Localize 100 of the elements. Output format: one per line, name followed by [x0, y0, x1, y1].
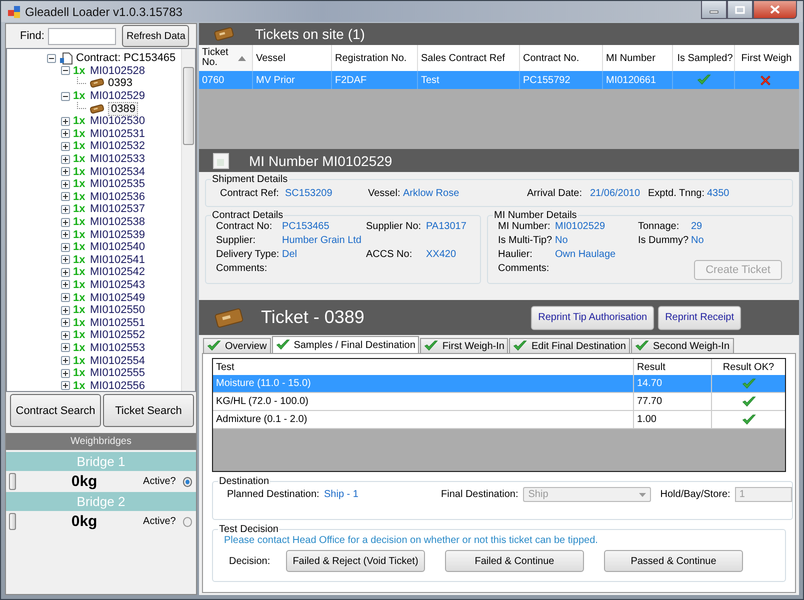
tree-item[interactable]: MI0102538	[90, 216, 146, 228]
tree-item[interactable]: MI0102534	[90, 166, 146, 178]
tree-item[interactable]: MI0102550	[90, 304, 146, 316]
tab[interactable]: Edit Final Destination	[509, 338, 630, 353]
weight-reading: 0kg	[71, 473, 98, 490]
tab[interactable]: Samples / Final Destination	[272, 336, 420, 353]
table-row[interactable]: Admixture (0.1 - 2.0) 1.00	[213, 411, 785, 429]
ticket-icon	[213, 25, 235, 43]
field-value: PA13017	[426, 221, 468, 232]
field-value: Ship - 1	[324, 489, 360, 500]
tree-item[interactable]: MI0102552	[90, 329, 146, 342]
field-label: Vessel:	[368, 188, 402, 199]
count-label: 1x	[73, 254, 86, 266]
tree-item[interactable]: MI0102553	[90, 342, 146, 354]
section-title: MI Number MI0102529	[249, 152, 392, 168]
panel-header: Weighbridges	[6, 433, 196, 450]
tree-item[interactable]: 0393	[108, 77, 132, 90]
field-label: Decision:	[229, 556, 272, 566]
window-title: Gleadell Loader v1.0.3.15783	[25, 4, 182, 18]
tree-item[interactable]: MI0102529	[90, 90, 146, 102]
count-label: 1x	[73, 178, 86, 190]
refresh-button[interactable]: Refresh Data	[122, 25, 190, 47]
scroll-thumb[interactable]	[183, 67, 194, 145]
tree-item[interactable]: MI0102539	[90, 228, 146, 241]
reprint-button[interactable]: Reprint Tip Authorisation	[531, 306, 654, 330]
tree-item[interactable]: MI0102549	[90, 292, 146, 304]
weight-reading: 0kg	[71, 513, 98, 530]
field-value: MI0102529	[555, 221, 606, 232]
tree-item[interactable]: MI0102542	[90, 266, 146, 278]
count-label: 1x	[73, 304, 86, 316]
scrollbar[interactable]	[181, 49, 195, 391]
radio-button[interactable]	[182, 516, 192, 526]
tree-item[interactable]: 0389	[108, 102, 138, 116]
tree-item[interactable]: MI0102555	[90, 367, 146, 380]
table-cell: Admixture (0.1 - 2.0)	[213, 411, 634, 428]
column-header[interactable]: Result OK?	[712, 359, 785, 375]
table-cell: 1.00	[634, 411, 712, 428]
bridge-header: Bridge 2	[6, 492, 196, 511]
count-label: 1x	[73, 241, 86, 254]
table-cell: F2DAF	[332, 71, 418, 89]
tree-item[interactable]: MI0102530	[90, 115, 146, 128]
field-value: No	[555, 235, 569, 246]
tab[interactable]: Second Weigh-In	[630, 338, 734, 353]
radio-button[interactable]	[182, 476, 192, 486]
column-header[interactable]: First Weigh	[735, 45, 795, 71]
count-label: 1x	[73, 140, 86, 152]
search-button[interactable]: Contract Search	[10, 394, 101, 427]
active-label: Active?	[143, 476, 176, 487]
minimize-button[interactable]	[701, 1, 727, 19]
tree-item[interactable]: MI0102551	[90, 316, 146, 329]
tree-item[interactable]: MI0102537	[90, 203, 146, 216]
maximize-icon	[735, 6, 745, 14]
search-button[interactable]: Ticket Search	[103, 394, 194, 427]
maximize-button[interactable]	[727, 1, 753, 19]
tree-item[interactable]: MI0102541	[90, 254, 146, 266]
tree-item[interactable]: MI0102556	[90, 380, 146, 391]
tree-item[interactable]: MI0102535	[90, 178, 146, 190]
table-row[interactable]: KG/HL (72.0 - 100.0) 77.70	[213, 393, 785, 411]
count-label: 1x	[73, 190, 86, 203]
find-field[interactable]	[48, 28, 116, 44]
field-label: Contract Ref:	[220, 188, 280, 199]
group-title: Destination	[218, 476, 270, 487]
count-label: 1x	[73, 216, 86, 228]
decision-button[interactable]: Failed & Reject (Void Ticket)	[286, 550, 425, 572]
field-label: Hold/Bay/Store:	[660, 489, 730, 500]
table-cell: Test	[418, 71, 520, 89]
close-button[interactable]	[753, 1, 797, 19]
field-label: MI Number:	[498, 221, 552, 232]
field-value: 4350	[707, 188, 730, 199]
group-title: MI Number Details	[493, 210, 578, 221]
column-header[interactable]: Ticket No.	[199, 45, 253, 71]
field-value: Humber Grain Ltd	[282, 235, 362, 246]
reprint-button[interactable]: Reprint Receipt	[658, 306, 741, 330]
tree-item[interactable]: Contract: PC153465	[76, 52, 176, 64]
decision-button[interactable]: Passed & Continue	[604, 550, 743, 572]
tree-item[interactable]: MI0102532	[90, 140, 146, 152]
find-label: Find:	[20, 30, 44, 42]
tab[interactable]: Overview	[203, 338, 271, 353]
decision-button[interactable]: Failed & Continue	[445, 550, 584, 572]
tab[interactable]: First Weigh-In	[420, 338, 508, 353]
tree-item[interactable]: MI0102528	[90, 64, 146, 77]
count-label: 1x	[73, 128, 86, 140]
tree-item[interactable]: MI0102540	[90, 241, 146, 254]
tree-item[interactable]: MI0102531	[90, 128, 146, 140]
field-value: 21/06/2010	[590, 188, 642, 199]
tree-item[interactable]: MI0102533	[90, 153, 146, 166]
table-cell: 77.70	[634, 393, 712, 410]
tree-item[interactable]: MI0102554	[90, 354, 146, 367]
count-label: 1x	[73, 266, 86, 278]
count-label: 1x	[73, 228, 86, 241]
count-label: 1x	[73, 153, 86, 166]
count-label: 1x	[73, 278, 86, 291]
active-label: Active?	[143, 516, 176, 527]
tree-item[interactable]: MI0102543	[90, 278, 146, 291]
tree-item[interactable]: MI0102536	[90, 190, 146, 203]
group-title: Shipment Details	[211, 174, 289, 185]
field-value: No	[691, 235, 705, 246]
table-cell: MI0120661	[603, 71, 673, 89]
field-label: Comments:	[498, 263, 550, 274]
count-label: 1x	[73, 329, 86, 342]
